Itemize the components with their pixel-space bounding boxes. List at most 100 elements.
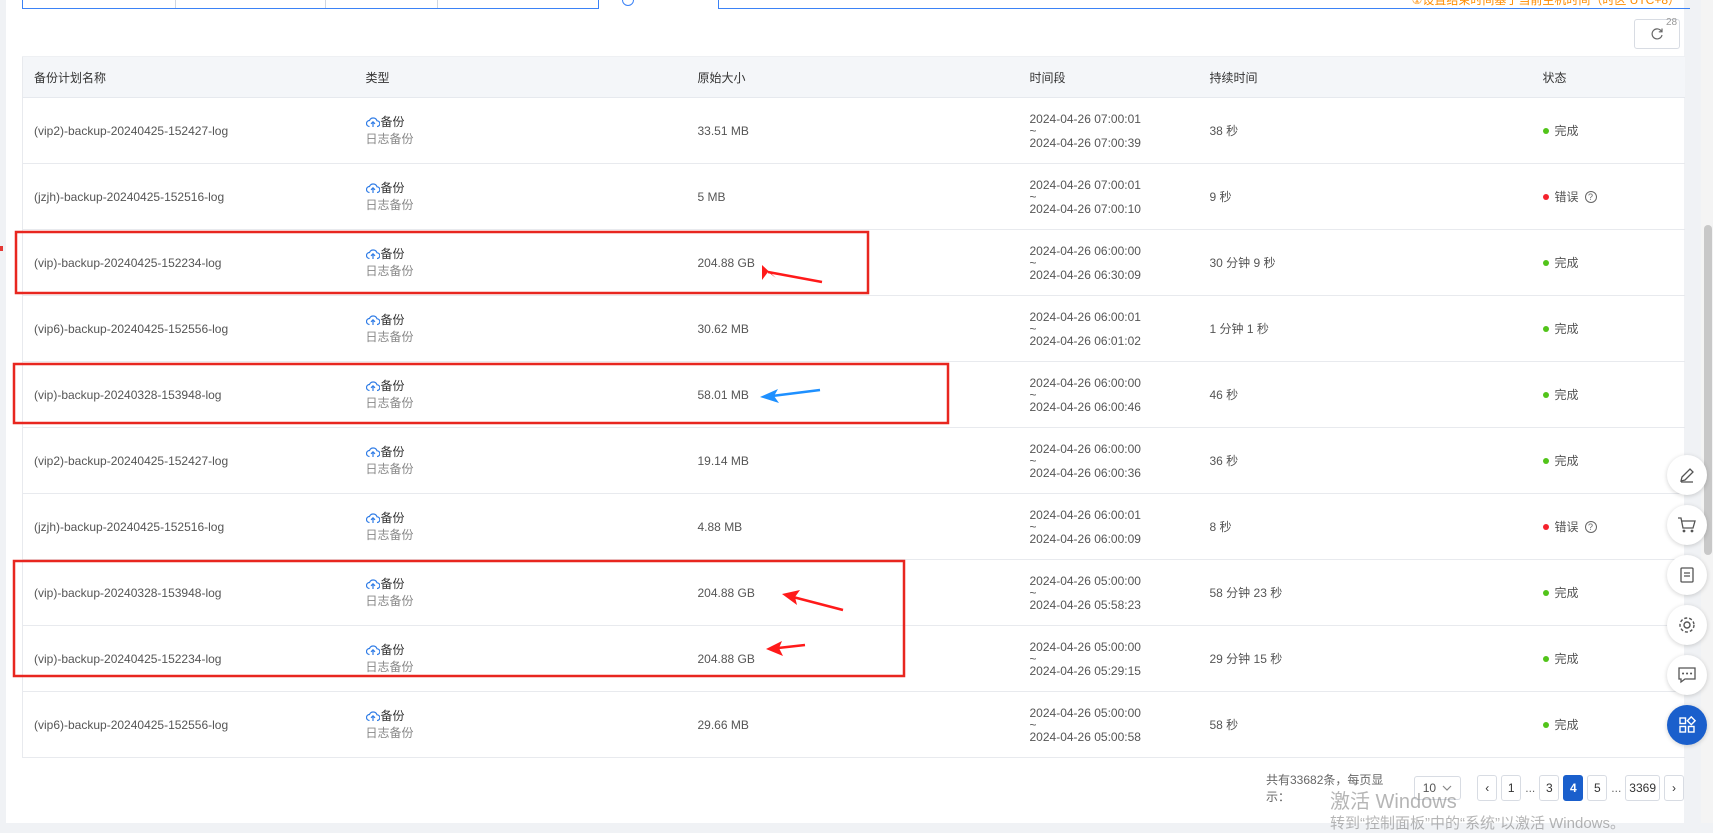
table-row[interactable]: (vip2)-backup-20240425-152427-log 备份 日志备份 3… xyxy=(22,97,1685,164)
cart-button[interactable] xyxy=(1667,505,1707,545)
cloud-upload-icon xyxy=(365,579,380,590)
api-doc-button[interactable] xyxy=(1667,555,1707,595)
end-time: 2024-04-26 06:00:36 xyxy=(1029,465,1141,480)
original-size: 5 MB xyxy=(697,189,726,204)
table-row[interactable]: (vip)-backup-20240328-153948-log 备份 日志备份 58… xyxy=(22,361,1685,428)
help-icon[interactable]: ? xyxy=(1584,520,1597,533)
windows-activation-watermark: 激活 Windows xyxy=(1330,791,1457,813)
prev-page-button[interactable]: ‹ xyxy=(1477,775,1498,801)
message-button[interactable] xyxy=(1667,655,1707,695)
page-button-3[interactable]: 3 xyxy=(1539,775,1560,801)
plan-name-cell: (jzjh)-backup-20240425-152516-log xyxy=(22,493,355,560)
edit-icon xyxy=(1680,468,1694,483)
time-separator: ~ xyxy=(1029,321,1037,336)
duration-cell: 8 秒 xyxy=(1198,493,1532,560)
next-page-button[interactable]: › xyxy=(1664,775,1684,801)
page-button-3369[interactable]: 3369 xyxy=(1625,775,1660,801)
settings-button[interactable] xyxy=(1667,605,1707,645)
filter-tabs[interactable] xyxy=(22,0,599,9)
page-button-5[interactable]: 5 xyxy=(1587,775,1608,801)
cart-icon xyxy=(1678,517,1696,533)
time-range-cell: 2024-04-26 06:00:01 ~2024-04-26 06:01:02 xyxy=(1018,295,1199,362)
plan-name-cell: (vip)-backup-20240328-153948-log xyxy=(22,559,355,626)
page-button-4[interactable]: 4 xyxy=(1563,775,1584,801)
table-row[interactable]: (vip)-backup-20240425-152234-log 备份 日志备份 20… xyxy=(22,625,1685,692)
cloud-upload-icon xyxy=(365,249,380,260)
original-size: 33.51 MB xyxy=(697,123,749,138)
top-toolbar-strip: ①设置结束时间基于当前主机时间（时区 UTC+8） xyxy=(6,0,1690,12)
edit-button[interactable] xyxy=(1667,455,1707,495)
duration-cell: 36 秒 xyxy=(1198,427,1532,494)
status-cell: 完成 xyxy=(1531,559,1685,626)
type-label: 备份 xyxy=(380,576,405,591)
time-separator: ~ xyxy=(1029,255,1037,270)
table-row[interactable]: (vip)-backup-20240425-152234-log 备份 日志备份 20… xyxy=(22,229,1685,296)
table-header-row: 备份计划名称 类型 原始大小 时间段 持续时间 状态 xyxy=(22,56,1685,98)
table-row[interactable]: (vip)-backup-20240328-153948-log 备份 日志备份 20… xyxy=(22,559,1685,626)
status-badge: 完成 xyxy=(1542,254,1685,271)
time-range-cell: 2024-04-26 05:00:00 ~2024-04-26 05:58:23 xyxy=(1018,559,1199,626)
status-text: 错误 xyxy=(1554,520,1579,534)
type-sub-label: 日志备份 xyxy=(365,527,414,542)
column-header-status[interactable]: 状态 xyxy=(1531,56,1685,98)
tab-divider xyxy=(175,0,176,8)
type-label-line: 备份 xyxy=(365,180,687,197)
help-icon[interactable]: ? xyxy=(1584,190,1597,203)
duration-cell: 46 秒 xyxy=(1198,361,1532,428)
status-badge: 完成 xyxy=(1542,650,1685,667)
status-dot-icon xyxy=(1542,523,1549,530)
type-cell: 备份 日志备份 xyxy=(354,163,687,230)
main-panel: ①设置结束时间基于当前主机时间（时区 UTC+8） 28 备份计划名称 类型 原… xyxy=(6,0,1690,823)
apps-button[interactable] xyxy=(1667,705,1707,745)
cloud-upload-icon xyxy=(365,381,380,392)
status-dot-icon xyxy=(1542,325,1549,332)
column-header-size[interactable]: 原始大小 xyxy=(686,56,1019,98)
plan-name-cell: (vip)-backup-20240328-153948-log xyxy=(22,361,355,428)
size-cell: 204.88 GB xyxy=(686,559,1019,626)
table-row[interactable]: (vip2)-backup-20240425-152427-log 备份 日志备份 1… xyxy=(22,427,1685,494)
backup-history-table: 备份计划名称 类型 原始大小 时间段 持续时间 状态 (vip2)-backup… xyxy=(22,56,1685,758)
status-cell: 完成 xyxy=(1531,229,1685,296)
scrollbar-thumb[interactable] xyxy=(1704,225,1712,555)
table-row[interactable]: (vip6)-backup-20240425-152556-log 备份 日志备份 3… xyxy=(22,295,1685,362)
size-cell: 33.51 MB xyxy=(686,97,1019,164)
table-row[interactable]: (jzjh)-backup-20240425-152516-log 备份 日志备份 4… xyxy=(22,493,1685,560)
type-sub-label: 日志备份 xyxy=(365,725,414,740)
gear-icon xyxy=(1679,617,1695,633)
tab-divider xyxy=(437,0,438,8)
time-range-cell: 2024-04-26 05:00:00 ~2024-04-26 05:00:58 xyxy=(1018,691,1199,758)
duration-cell: 1 分钟 1 秒 xyxy=(1198,295,1532,362)
duration: 9 秒 xyxy=(1209,190,1232,204)
plan-name-cell: (jzjh)-backup-20240425-152516-log xyxy=(22,163,355,230)
plan-name-cell: (vip2)-backup-20240425-152427-log xyxy=(22,427,355,494)
status-dot-icon xyxy=(1542,457,1549,464)
start-time: 2024-04-26 06:00:00 xyxy=(1029,375,1141,390)
start-time: 2024-04-26 06:00:00 xyxy=(1029,441,1141,456)
refresh-icon xyxy=(1651,28,1663,40)
table-row[interactable]: (vip6)-backup-20240425-152556-log 备份 日志备份 2… xyxy=(22,691,1685,758)
column-header-duration[interactable]: 持续时间 xyxy=(1198,56,1532,98)
column-header-plan-name[interactable]: 备份计划名称 xyxy=(22,56,355,98)
type-sub-label: 日志备份 xyxy=(365,461,414,476)
table-row[interactable]: (jzjh)-backup-20240425-152516-log 备份 日志备份 5… xyxy=(22,163,1685,230)
page-button-1[interactable]: 1 xyxy=(1501,775,1522,801)
status-dot-icon xyxy=(1542,655,1549,662)
size-cell: 58.01 MB xyxy=(686,361,1019,428)
type-cell: 备份 日志备份 xyxy=(354,493,687,560)
status-cell: 错误? xyxy=(1531,163,1685,230)
duration: 1 分钟 1 秒 xyxy=(1209,322,1269,336)
start-time: 2024-04-26 06:00:01 xyxy=(1029,507,1141,522)
time-range-cell: 2024-04-26 07:00:01 ~2024-04-26 07:00:39 xyxy=(1018,97,1199,164)
start-time: 2024-04-26 05:00:00 xyxy=(1029,573,1141,588)
column-header-type[interactable]: 类型 xyxy=(354,56,687,98)
duration-cell: 9 秒 xyxy=(1198,163,1532,230)
size-cell: 4.88 MB xyxy=(686,493,1019,560)
type-cell: 备份 日志备份 xyxy=(354,625,687,692)
time-range-field[interactable]: ①设置结束时间基于当前主机时间（时区 UTC+8） xyxy=(718,0,1690,9)
cloud-upload-icon xyxy=(365,183,380,194)
status-badge: 完成 xyxy=(1542,320,1685,337)
duration: 30 分钟 9 秒 xyxy=(1209,256,1276,270)
time-range-cell: 2024-04-26 05:00:00 ~2024-04-26 05:29:15 xyxy=(1018,625,1199,692)
duration: 58 秒 xyxy=(1209,718,1239,732)
column-header-time-range[interactable]: 时间段 xyxy=(1018,56,1199,98)
